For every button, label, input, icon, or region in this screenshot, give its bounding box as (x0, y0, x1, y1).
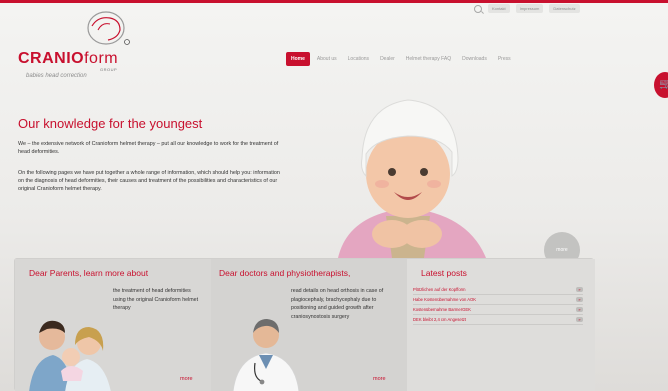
nav-item-press[interactable]: Press (494, 53, 515, 65)
latest-posts-column: Latest posts Plötzlichen auf der Kopffor… (407, 259, 595, 391)
latest-posts-heading: Latest posts (421, 268, 467, 278)
site-logo[interactable]: CRANIOform GROUP babies head correction (18, 8, 138, 86)
arrow-right-icon[interactable]: » (576, 317, 583, 322)
toolbar-link-contact[interactable]: Kontakt (488, 4, 510, 13)
parents-text: the treatment of head deformities using … (113, 288, 199, 311)
list-item[interactable]: Kostenübernahme BarmerGEK » (413, 305, 583, 315)
post-title[interactable]: Kostenübernahme BarmerGEK (413, 307, 471, 312)
doctors-text: read details on head orthosis in case of… (291, 288, 384, 320)
nav-item-downloads[interactable]: Downloads (458, 53, 491, 65)
arrow-right-icon[interactable]: » (576, 287, 583, 292)
arrow-right-icon[interactable]: » (576, 297, 583, 302)
parents-heading[interactable]: Dear Parents, learn more about (29, 268, 148, 278)
toolbar-link-privacy[interactable]: Datenschutz (549, 4, 580, 13)
list-item[interactable]: Plötzlichen auf der Kopfform » (413, 285, 583, 295)
latest-posts-list: Plötzlichen auf der Kopfform » Habe Kost… (413, 285, 583, 325)
post-title[interactable]: Plötzlichen auf der Kopfform (413, 287, 466, 292)
hero-title: Our knowledge for the youngest (18, 116, 203, 131)
nav-item-faq[interactable]: Helmet therapy FAQ (402, 53, 455, 65)
baby-with-helmet-image (338, 99, 486, 258)
nav-item-about[interactable]: About us (313, 53, 341, 65)
nav-item-locations[interactable]: Locations (344, 53, 373, 65)
main-navigation: Home About us Locations Dealer Helmet th… (286, 52, 515, 66)
brand-group-label: GROUP (100, 67, 118, 72)
post-title[interactable]: Habe Kostenübernahme von AOK (413, 297, 476, 302)
post-title[interactable]: DEK bleibt 2,4 cm Angesetzt (413, 317, 466, 322)
toolbar-link-imprint[interactable]: Impressum (515, 4, 544, 13)
brand-part-b: form (84, 50, 119, 67)
arrow-right-icon[interactable]: » (576, 307, 583, 312)
hero-description: On the following pages we have put toget… (18, 170, 280, 192)
parents-column: Dear Parents, learn more about the treat… (15, 259, 211, 391)
doctors-more-link[interactable]: more (373, 376, 386, 382)
parents-more-link[interactable]: more (180, 376, 193, 382)
list-item[interactable]: DEK bleibt 2,4 cm Angesetzt » (413, 315, 583, 325)
utility-toolbar: Kontakt Impressum Datenschutz (474, 4, 580, 13)
nav-item-home[interactable]: Home (286, 52, 310, 66)
doctors-column: Dear doctors and physiotherapists, read … (211, 259, 407, 391)
brand-part-a: CRANIO (18, 50, 85, 67)
doctors-heading[interactable]: Dear doctors and physiotherapists, (219, 268, 350, 278)
list-item[interactable]: Habe Kostenübernahme von AOK » (413, 295, 583, 305)
family-photo (29, 320, 111, 391)
hero-intro: We – the extensive network of Cranioform… (18, 141, 279, 155)
nav-item-dealer[interactable]: Dealer (376, 53, 399, 65)
head-logo-mark (87, 11, 130, 45)
brand-tagline: babies head correction (26, 73, 87, 79)
search-icon[interactable] (474, 4, 482, 13)
info-panel: Dear Parents, learn more about the treat… (14, 258, 595, 391)
brand-wordmark: CRANIOform (18, 50, 118, 68)
